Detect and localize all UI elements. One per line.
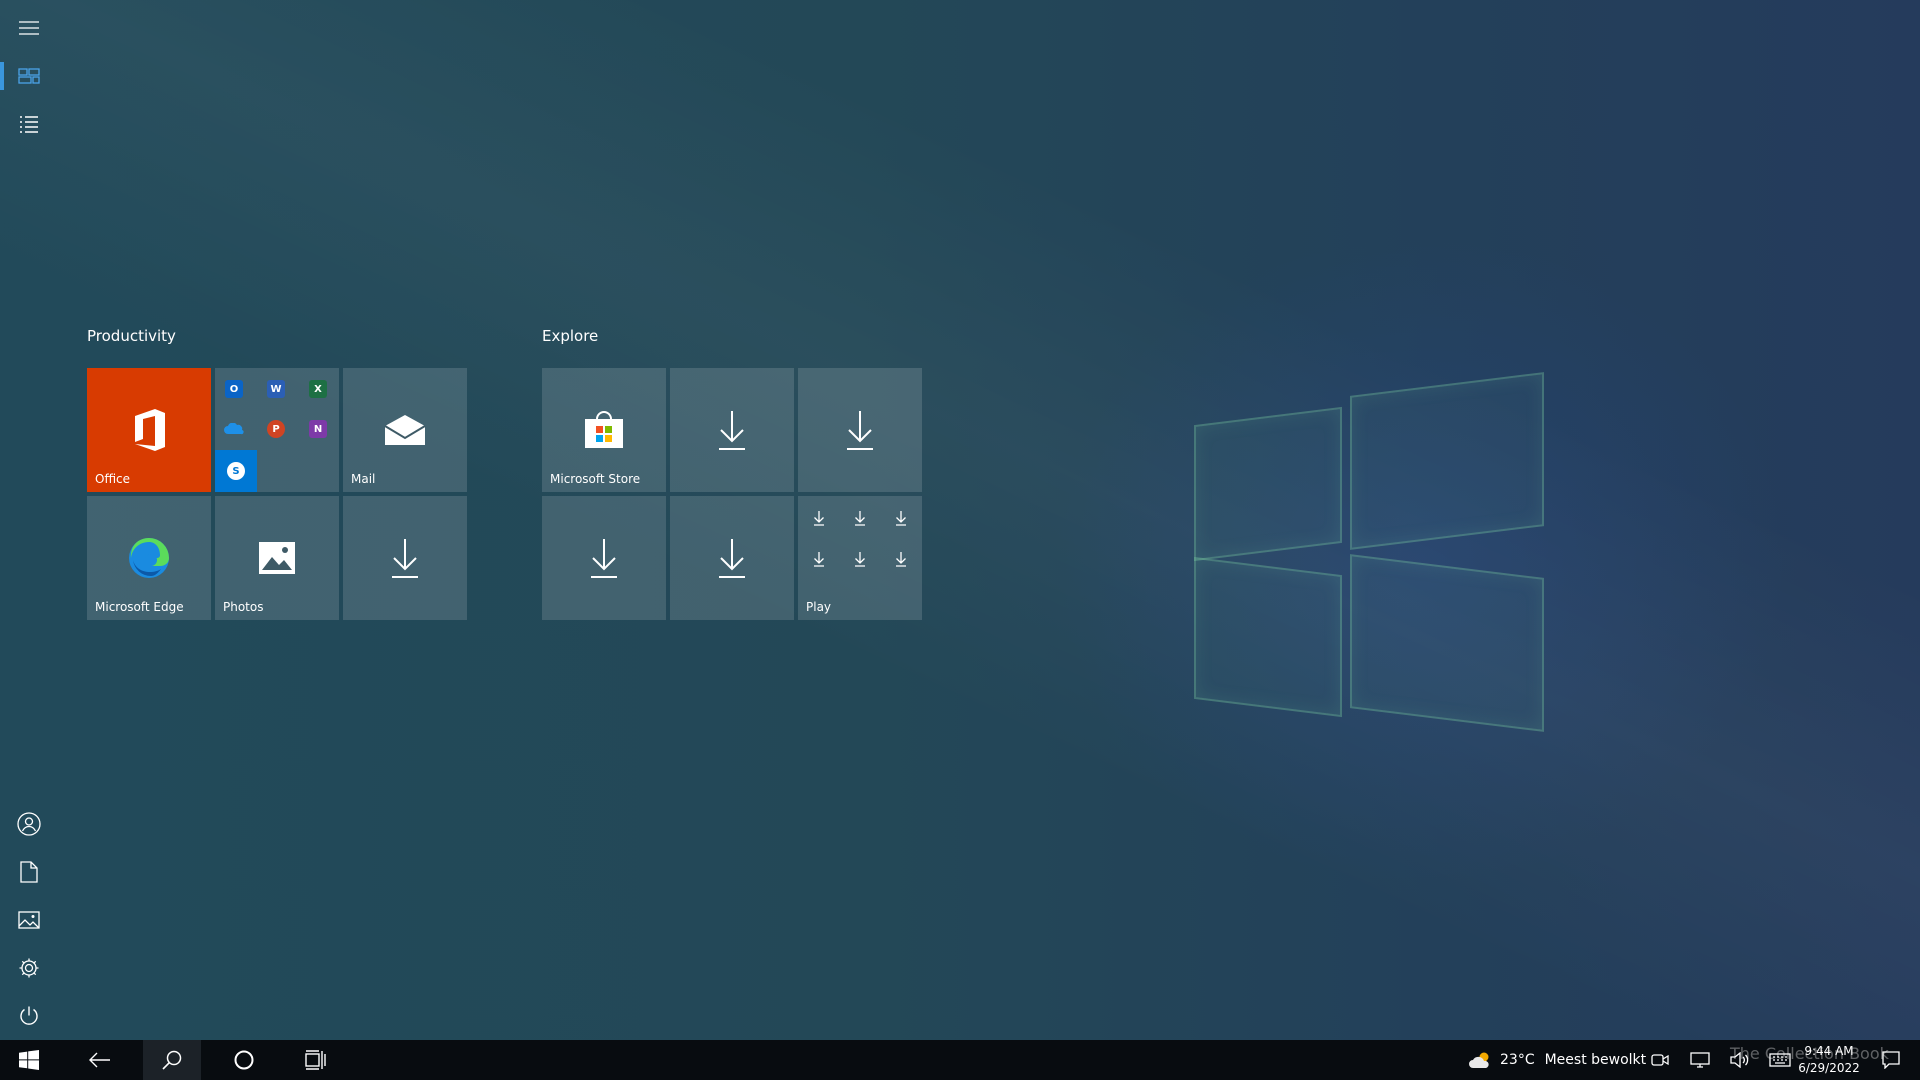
tile-label: Microsoft Store: [550, 472, 641, 486]
tile-pending-download[interactable]: [670, 496, 794, 620]
onedrive-icon: [223, 418, 245, 440]
download-icon: [855, 552, 865, 567]
tile-office[interactable]: Office: [87, 368, 211, 492]
download-icon: [719, 539, 745, 578]
all-apps-button[interactable]: [0, 102, 58, 146]
tile-pending-download[interactable]: [670, 368, 794, 492]
windows-wallpaper-logo: [1190, 372, 1550, 740]
hamburger-icon: [19, 21, 39, 35]
weather-temperature: 23°C: [1500, 1052, 1535, 1068]
task-view-button[interactable]: [287, 1040, 345, 1080]
download-icon: [896, 511, 906, 526]
network-icon: [1690, 1052, 1710, 1068]
back-button[interactable]: [71, 1040, 129, 1080]
tile-label: Photos: [223, 600, 264, 614]
onenote-icon: N: [307, 418, 329, 440]
tile-pending-download[interactable]: [542, 496, 666, 620]
tile-label: Office: [95, 472, 131, 486]
documents-icon: [20, 861, 38, 883]
office-icon: [135, 409, 165, 451]
skype-icon: S: [215, 450, 257, 492]
windows-logo-icon: [19, 1050, 39, 1070]
start-button[interactable]: [0, 1040, 58, 1080]
download-icon: [847, 411, 873, 450]
download-icon: [591, 539, 617, 578]
power-button[interactable]: [0, 994, 58, 1038]
keyboard-icon: [1769, 1053, 1791, 1067]
download-icon: [719, 411, 745, 450]
pinned-tiles-button[interactable]: [0, 54, 58, 98]
pinned-tiles-icon: [18, 68, 40, 84]
settings-button[interactable]: [0, 946, 58, 990]
taskbar-clock[interactable]: 9:44 AM 6/29/2022: [1794, 1043, 1864, 1077]
pictures-button[interactable]: [0, 898, 58, 942]
back-arrow-icon: [89, 1052, 110, 1068]
action-center-button[interactable]: [1862, 1040, 1920, 1080]
tile-label: Microsoft Edge: [95, 600, 184, 614]
word-icon: W: [265, 378, 287, 400]
weather-widget[interactable]: 23°C Meest bewolkt: [1468, 1040, 1646, 1080]
tile-play-folder[interactable]: Play: [798, 496, 922, 620]
clock-date: 6/29/2022: [1798, 1061, 1860, 1075]
tile-microsoft-edge[interactable]: Microsoft Edge: [87, 496, 211, 620]
mail-icon: [384, 415, 426, 445]
download-icon: [896, 552, 906, 567]
powerpoint-icon: P: [265, 418, 287, 440]
download-icon: [814, 552, 824, 567]
group-title-explore[interactable]: Explore: [542, 327, 598, 345]
expand-menu-button[interactable]: [0, 6, 58, 50]
user-account-button[interactable]: [0, 802, 58, 846]
tile-label: Mail: [351, 472, 376, 486]
notifications-icon: [1882, 1051, 1900, 1069]
outlook-icon: O: [223, 378, 245, 400]
power-icon: [20, 1006, 38, 1025]
download-icon: [855, 511, 865, 526]
taskbar: 23°C Meest bewolkt 9:44 AM 6/29/2022: [0, 1040, 1920, 1080]
all-apps-icon: [20, 116, 38, 133]
tile-microsoft-store[interactable]: Microsoft Store: [542, 368, 666, 492]
weather-description: Meest bewolkt: [1544, 1052, 1647, 1068]
download-icon: [814, 511, 824, 526]
tile-pending-download[interactable]: [798, 368, 922, 492]
search-button[interactable]: [143, 1040, 201, 1080]
camera-icon: [1651, 1054, 1669, 1066]
weather-cloudy-icon: [1469, 1052, 1489, 1068]
edge-icon: [129, 538, 169, 578]
start-left-rail: [0, 0, 58, 1040]
clock-time: 9:44 AM: [1804, 1044, 1854, 1058]
photos-icon: [259, 542, 295, 574]
speaker-icon: [1730, 1052, 1749, 1068]
task-view-icon: [305, 1050, 326, 1070]
cortana-icon: [234, 1050, 254, 1070]
documents-button[interactable]: [0, 850, 58, 894]
settings-icon: [19, 958, 39, 978]
pictures-icon: [18, 911, 40, 929]
cortana-button[interactable]: [215, 1040, 273, 1080]
search-icon: [162, 1050, 182, 1070]
tile-office-apps-folder[interactable]: O W X P N S: [215, 368, 339, 492]
tile-photos[interactable]: Photos: [215, 496, 339, 620]
user-icon: [17, 812, 41, 836]
tile-label: Play: [806, 600, 832, 614]
download-icon: [392, 539, 418, 578]
excel-icon: X: [307, 378, 329, 400]
group-title-productivity[interactable]: Productivity: [87, 327, 176, 345]
store-icon: [585, 411, 623, 448]
tile-pending-download[interactable]: [343, 496, 467, 620]
tile-mail[interactable]: Mail: [343, 368, 467, 492]
